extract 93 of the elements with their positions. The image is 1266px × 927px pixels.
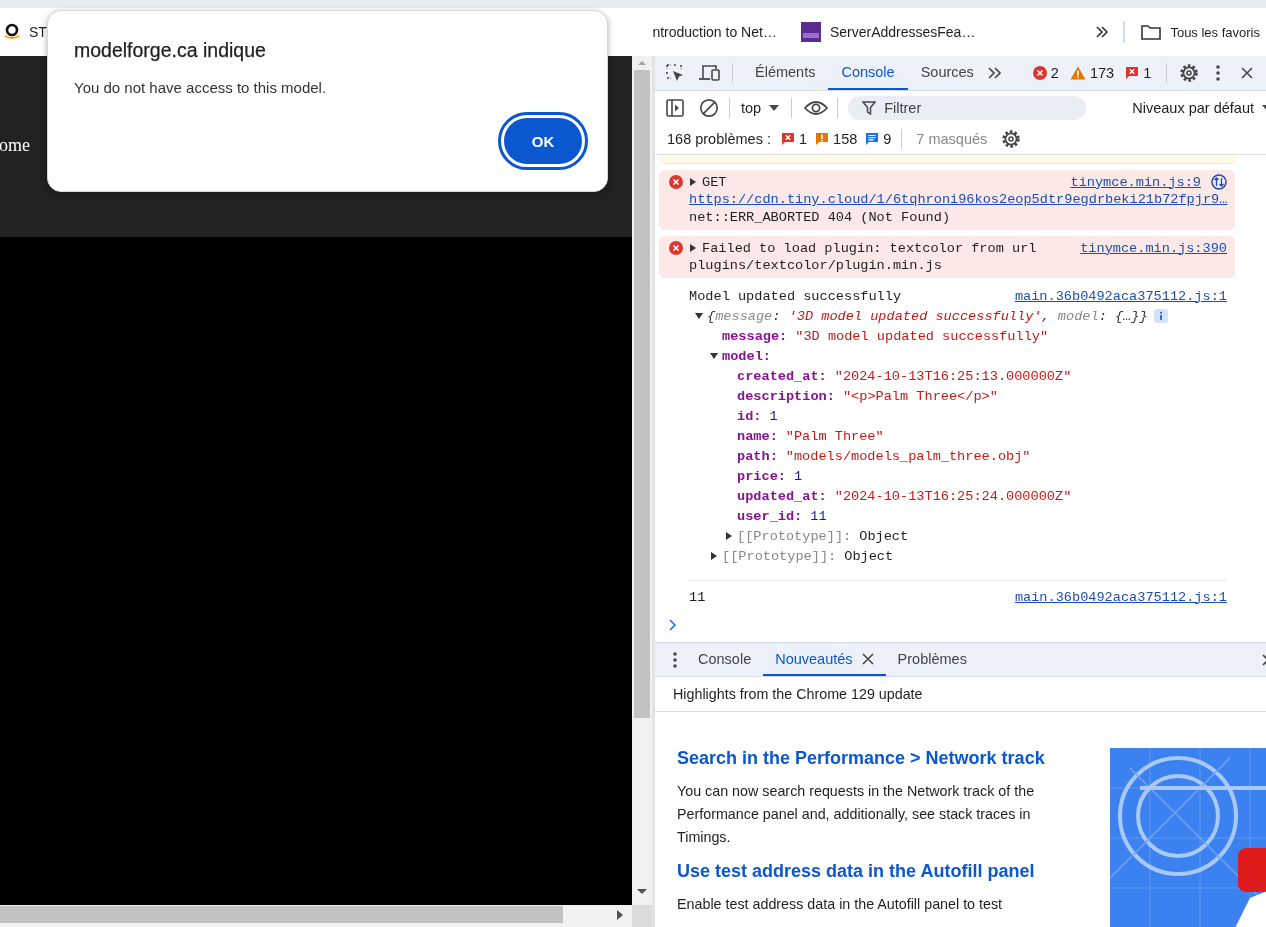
property-key: model: (722, 348, 771, 364)
property-entry: updated_at: "2024-10-13T16:25:24.000000Z" (737, 488, 1072, 504)
source-link[interactable]: tinymce.min.js:390 (1080, 240, 1227, 256)
device-toolbar-icon[interactable] (698, 63, 720, 83)
error-text: GET (702, 174, 727, 190)
sidebar-toggle-icon[interactable] (666, 98, 684, 117)
log-text: Model updated successfully (689, 288, 902, 304)
issues-label: 168 problèmes : (667, 131, 771, 147)
property-entry: [[Prototype]]: Object (737, 528, 909, 544)
panel-tab[interactable]: Éléments (742, 56, 829, 90)
error-detail: plugins/textcolor/plugin.min.js (689, 257, 943, 275)
error-detail: net::ERR_ABORTED 404 (Not Found) (689, 209, 952, 227)
property-entry: [[Prototype]]: Object (722, 548, 894, 564)
issues-settings-icon[interactable] (1001, 129, 1022, 149)
more-bookmarks-icon[interactable] (1095, 25, 1110, 39)
network-icon[interactable] (1211, 174, 1227, 190)
article-title-link[interactable]: Use test address data in the Autofill panel (677, 861, 1077, 882)
property-entry: price: 1 (737, 468, 803, 484)
property-entry: created_at: "2024-10-13T16:25:13.000000Z" (737, 368, 1072, 384)
error-issue-icon (781, 132, 795, 146)
drawer-tab[interactable]: Nouveautés (763, 643, 886, 676)
issue-icon (1125, 66, 1140, 80)
error-url-link[interactable]: https://cdn.tiny.cloud/1/6tqhroni96kos2eop5dtr9egdrbeki21b72fpjr9… (689, 191, 1227, 209)
source-link[interactable]: main.36b0492aca375112.js:1 (1014, 589, 1227, 605)
article-text: Enable test address data in the Autofill panel to test (677, 895, 1004, 914)
panel-tab[interactable]: Sources (907, 56, 987, 90)
scrollbar-thumb[interactable] (634, 70, 650, 718)
nav-link[interactable]: ome (0, 135, 30, 156)
issue-count[interactable]: 158 (815, 131, 858, 147)
error-text: Failed to load plugin: textcolor from url (702, 240, 1037, 256)
panel-tab[interactable]: Console (828, 56, 908, 90)
expand-triangle-icon[interactable] (710, 352, 718, 360)
dotnet-icon (800, 22, 821, 42)
article-title-link[interactable]: Search in the Performance > Network track (677, 748, 1077, 769)
count-badge[interactable]: 173 (1069, 65, 1115, 81)
info-badge-icon[interactable] (1153, 309, 1168, 323)
settings-icon[interactable] (1179, 63, 1200, 83)
caret-icon (769, 104, 780, 111)
log-text: 11 (689, 589, 706, 605)
filter-icon (862, 100, 877, 115)
error-icon (669, 241, 683, 255)
ok-button[interactable]: OK (501, 115, 585, 167)
warning-icon (1069, 66, 1086, 80)
expand-triangle-icon[interactable] (695, 312, 703, 320)
filter-field[interactable]: Filtrer (848, 95, 1087, 120)
error-icon (1032, 66, 1047, 80)
vertical-scrollbar[interactable] (632, 56, 652, 905)
expand-triangle-icon[interactable] (689, 244, 697, 252)
issue-count[interactable]: 9 (865, 131, 892, 147)
console-prompt-icon[interactable] (669, 619, 677, 631)
expand-triangle-icon[interactable] (710, 552, 718, 560)
log-levels-dropdown[interactable]: Niveaux par défaut (1132, 99, 1266, 116)
info-issue-icon (865, 132, 880, 146)
expand-triangle-icon[interactable] (689, 178, 697, 186)
amazon-icon (4, 23, 20, 41)
folder-icon (1141, 24, 1162, 40)
horizontal-scrollbar[interactable] (0, 905, 632, 927)
inspect-element-icon[interactable] (665, 63, 685, 83)
warning-issue-icon (815, 132, 830, 146)
drawer-menu-icon[interactable] (672, 650, 678, 669)
bookmark[interactable]: ntroduction to Net… (652, 24, 777, 40)
property-entry: id: 1 (737, 408, 778, 424)
context-dropdown[interactable]: top (741, 99, 780, 116)
object-summary: {message: '3D model updated successfully', model: {…}} (707, 308, 1148, 324)
more-options-icon[interactable] (1215, 64, 1222, 82)
close-tab-icon[interactable] (861, 652, 874, 665)
property-entry: user_id: 11 (737, 508, 827, 524)
property-entry: path: "models/models_palm_three.obj" (737, 448, 1031, 464)
more-tabs-icon[interactable] (986, 66, 1003, 80)
source-link[interactable]: tinymce.min.js:9 (1070, 174, 1201, 190)
eye-icon[interactable] (804, 99, 829, 116)
bookmark[interactable]: ST (4, 23, 47, 41)
property-entry: description: "<p>Palm Three</p>" (737, 388, 998, 404)
property-entry: message: "3D model updated successfully" (722, 328, 1049, 344)
clear-console-icon[interactable] (699, 97, 719, 118)
scrollbar-thumb[interactable] (0, 906, 563, 923)
drawer-subtitle: Highlights from the Chrome 129 update (655, 677, 1266, 712)
property-entry: name: "Palm Three" (737, 428, 884, 444)
count-badge[interactable]: 1 (1125, 65, 1152, 81)
issue-count[interactable]: 1 (781, 131, 808, 147)
drawer-tab[interactable]: Console (686, 643, 764, 676)
close-devtools-icon[interactable] (1241, 67, 1254, 79)
bookmark-folder[interactable]: Tous les favoris (1141, 24, 1260, 40)
expand-triangle-icon[interactable] (725, 532, 733, 540)
error-icon (669, 175, 683, 189)
dialog-message: You do not have access to this model. (74, 79, 328, 96)
bookmark[interactable]: ServerAddressesFea… (800, 22, 976, 42)
drawer-tab[interactable]: Problèmes (885, 643, 979, 676)
hidden-count: 7 masqués (916, 131, 988, 147)
article-text: You can now search requests in the Network track of the Performance panel and, additionally, see stack traces in Timings. (677, 782, 1036, 847)
dialog-title: modelforge.ca indique (74, 39, 267, 62)
count-badge[interactable]: 2 (1032, 65, 1059, 81)
source-link[interactable]: main.36b0492aca375112.js:1 (1014, 288, 1227, 304)
